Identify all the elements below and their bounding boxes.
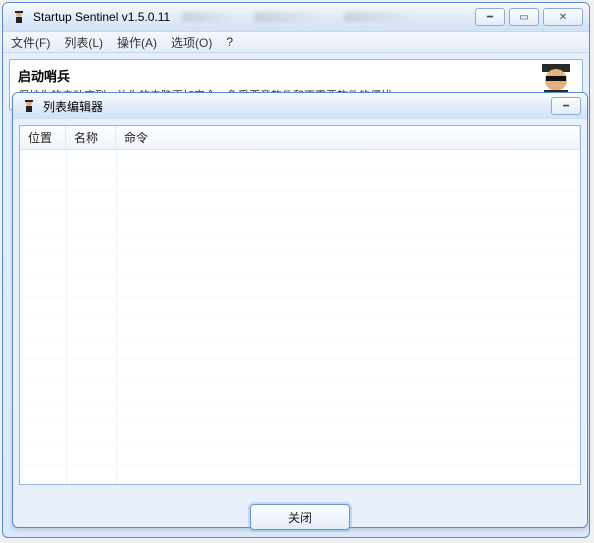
blurred-text (254, 12, 332, 22)
menu-help[interactable]: ? (226, 35, 233, 49)
dialog-titlebar[interactable]: 列表编辑器 ━ (13, 93, 587, 119)
banner-heading: 启动哨兵 (18, 66, 574, 85)
window-controls: ━ ▭ ✕ (475, 8, 583, 26)
blurred-text (344, 12, 422, 22)
sentinel-icon (11, 9, 27, 25)
menu-bar: 文件(F) 列表(L) 操作(A) 选项(O) ? (3, 31, 589, 53)
list-editor-dialog: 列表编辑器 ━ 位置 名称 命令 关闭 (12, 92, 588, 528)
column-command[interactable]: 命令 (116, 126, 580, 149)
dialog-title: 列表编辑器 (43, 98, 103, 115)
dialog-body: 位置 名称 命令 (19, 125, 581, 485)
close-icon: ✕ (559, 12, 567, 23)
minimize-icon: ━ (563, 101, 569, 112)
minimize-button[interactable]: ━ (475, 8, 505, 26)
close-button-label: 关闭 (288, 509, 312, 526)
dialog-footer: 关闭 (13, 491, 587, 543)
main-titlebar[interactable]: Startup Sentinel v1.5.0.11 ━ ▭ ✕ (3, 3, 589, 31)
table-body[interactable] (20, 150, 580, 484)
maximize-icon: ▭ (519, 12, 528, 23)
minimize-icon: ━ (487, 12, 493, 23)
main-window-title: Startup Sentinel v1.5.0.11 (33, 10, 170, 24)
menu-options[interactable]: 选项(O) (171, 34, 212, 51)
dialog-minimize-button[interactable]: ━ (551, 97, 581, 115)
column-location[interactable]: 位置 (20, 126, 66, 149)
close-button[interactable]: 关闭 (250, 504, 350, 530)
column-divider (66, 150, 67, 484)
table-header: 位置 名称 命令 (20, 126, 580, 150)
maximize-button[interactable]: ▭ (509, 8, 539, 26)
menu-action[interactable]: 操作(A) (117, 34, 157, 51)
menu-file[interactable]: 文件(F) (11, 34, 50, 51)
sentinel-icon (21, 98, 37, 114)
dialog-window-controls: ━ (551, 97, 581, 115)
blurred-text (182, 12, 242, 22)
menu-list[interactable]: 列表(L) (64, 34, 103, 51)
column-name[interactable]: 名称 (66, 126, 116, 149)
column-divider (116, 150, 117, 484)
close-button[interactable]: ✕ (543, 8, 583, 26)
